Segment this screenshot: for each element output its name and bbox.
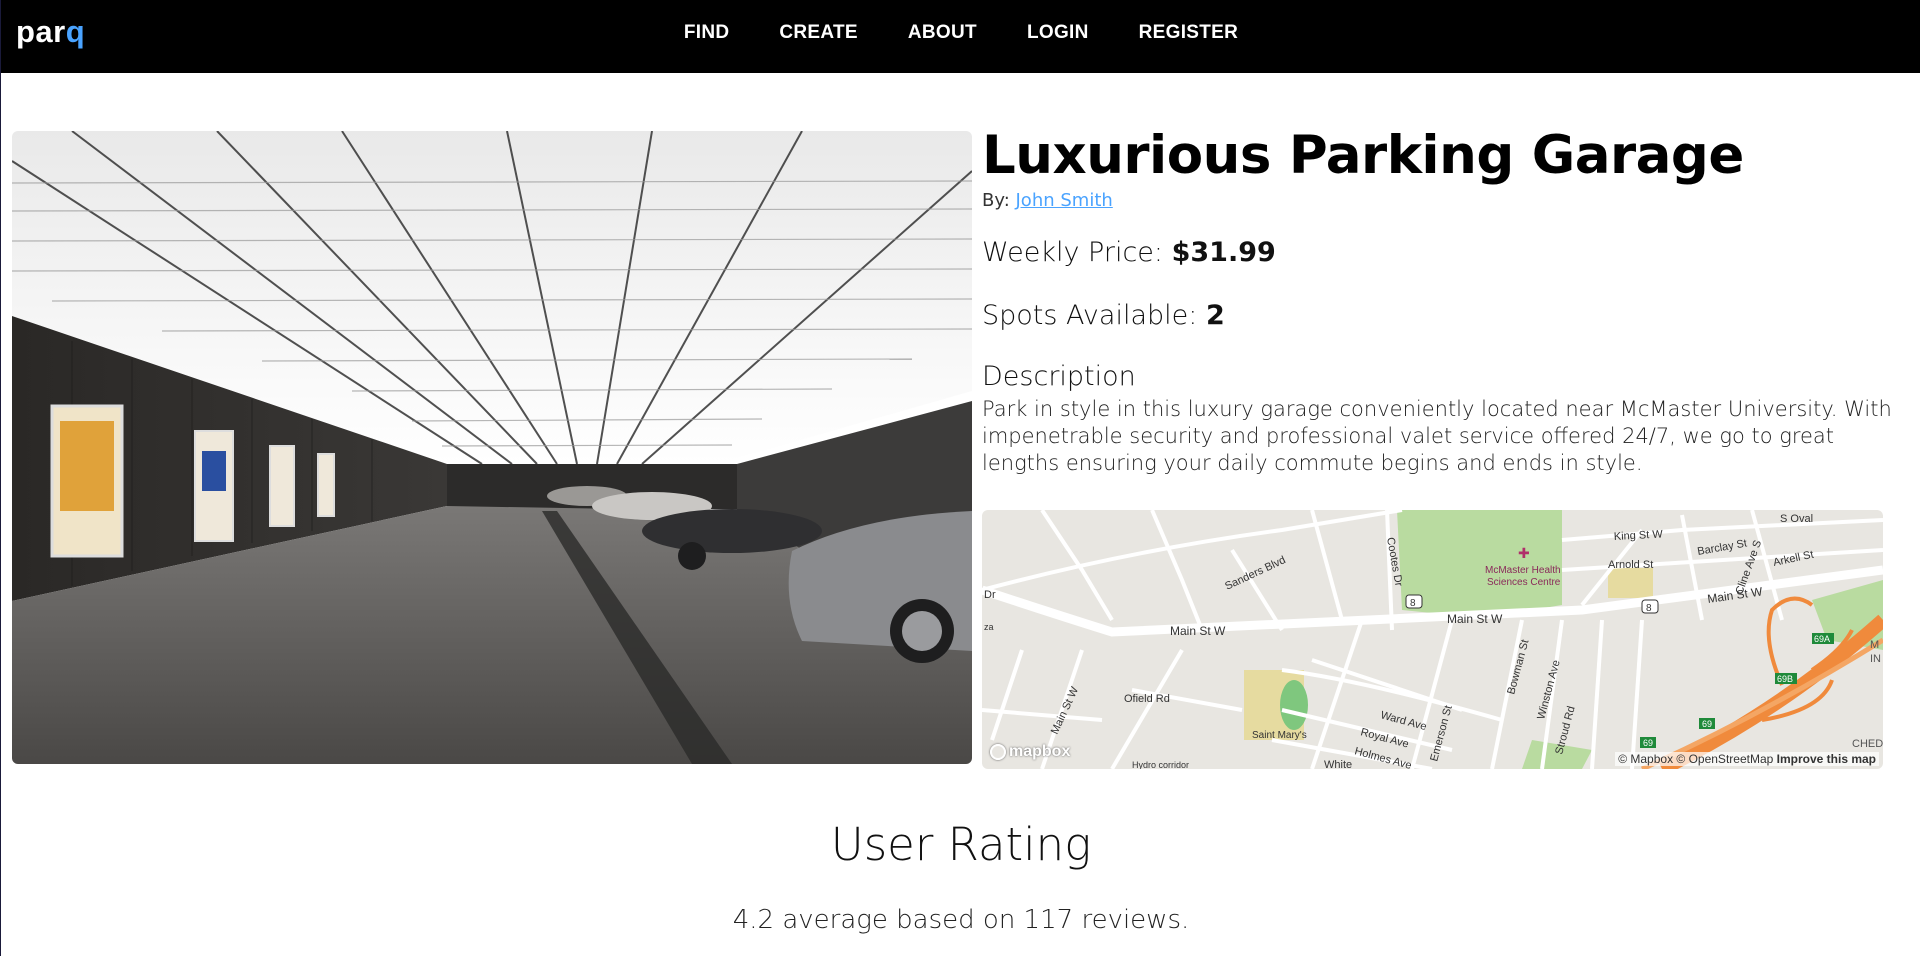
svg-text:Royal Ave: Royal Ave: [1359, 726, 1410, 750]
nav-create[interactable]: CREATE: [779, 22, 858, 44]
svg-text:69: 69: [1702, 719, 1712, 729]
svg-text:Sciences Centre: Sciences Centre: [1487, 577, 1561, 588]
location-map[interactable]: 8 8 69A 69B 69 69 ✚ Main St W Main St W …: [982, 510, 1883, 769]
listing-photo: [12, 131, 972, 764]
svg-text:Barclay St: Barclay St: [1696, 537, 1747, 558]
svg-text:M: M: [1870, 639, 1879, 651]
svg-text:Arkell St: Arkell St: [1772, 549, 1815, 569]
svg-text:King St W: King St W: [1614, 528, 1664, 543]
svg-text:Main St W: Main St W: [1170, 624, 1226, 638]
svg-text:Saint Mary's: Saint Mary's: [1252, 730, 1307, 741]
improve-map-link[interactable]: Improve this map: [1777, 752, 1876, 766]
svg-text:Emerson St: Emerson St: [1428, 704, 1454, 763]
nav-find[interactable]: FIND: [684, 22, 730, 44]
svg-text:za: za: [984, 622, 994, 632]
svg-text:McMaster Health: McMaster Health: [1485, 565, 1561, 576]
svg-text:Bowman St: Bowman St: [1505, 638, 1531, 695]
svg-text:69A: 69A: [1814, 634, 1830, 644]
svg-text:White: White: [1324, 759, 1352, 769]
listing-title: Luxurious Parking Garage: [982, 125, 1744, 186]
description-text: Park in style in this luxury garage conv…: [982, 397, 1892, 475]
description-heading: Description: [982, 361, 1136, 392]
spots-label: Spots Available:: [982, 300, 1198, 331]
price-label: Weekly Price:: [982, 237, 1163, 268]
hospital-icon: ✚: [1518, 545, 1530, 561]
map-attribution: © Mapbox © OpenStreetMap Improve this ma…: [1615, 752, 1879, 766]
svg-text:Arnold St: Arnold St: [1608, 559, 1653, 571]
spots-value: 2: [1205, 300, 1225, 331]
svg-text:Hydro corridor: Hydro corridor: [1132, 760, 1189, 769]
svg-text:Dr: Dr: [984, 589, 996, 601]
svg-text:Ofield Rd: Ofield Rd: [1124, 693, 1170, 705]
mapbox-logo-icon: [990, 744, 1006, 760]
svg-text:Ward Ave: Ward Ave: [1379, 709, 1428, 733]
nav-register[interactable]: REGISTER: [1139, 22, 1239, 44]
nav-login[interactable]: LOGIN: [1027, 22, 1089, 44]
owner-link[interactable]: John Smith: [1016, 190, 1113, 211]
listing-details: Luxurious Parking Garage By: John Smith …: [982, 124, 1892, 477]
owner-byline: By: John Smith: [982, 190, 1892, 211]
track-area: [1280, 680, 1308, 730]
nav-about[interactable]: ABOUT: [908, 22, 977, 44]
yellow-area: [1608, 568, 1653, 598]
weekly-price: Weekly Price: $31.99: [982, 237, 1892, 268]
nav-links: FIND CREATE ABOUT LOGIN REGISTER: [1, 22, 1920, 44]
by-label: By:: [982, 190, 1010, 211]
mapbox-logo[interactable]: mapbox: [990, 743, 1070, 761]
svg-text:Main St W: Main St W: [1049, 685, 1082, 737]
svg-text:IN: IN: [1870, 653, 1881, 665]
svg-text:S Oval: S Oval: [1780, 513, 1813, 525]
spots-available: Spots Available: 2: [982, 300, 1892, 331]
svg-text:CHEDO: CHEDO: [1852, 738, 1883, 750]
svg-text:69B: 69B: [1777, 674, 1793, 684]
user-rating-heading: User Rating: [830, 818, 1092, 871]
navbar: parq FIND CREATE ABOUT LOGIN REGISTER: [1, 0, 1920, 73]
svg-text:Winston Ave: Winston Ave: [1535, 659, 1562, 721]
svg-text:8: 8: [1410, 598, 1416, 609]
svg-text:Main St W: Main St W: [1447, 612, 1503, 626]
attribution-text[interactable]: © Mapbox © OpenStreetMap: [1618, 752, 1773, 766]
svg-text:69: 69: [1643, 738, 1653, 748]
svg-text:8: 8: [1646, 603, 1652, 614]
rating-summary: 4.2 average based on 117 reviews.: [732, 905, 1190, 935]
price-value: $31.99: [1171, 237, 1276, 268]
